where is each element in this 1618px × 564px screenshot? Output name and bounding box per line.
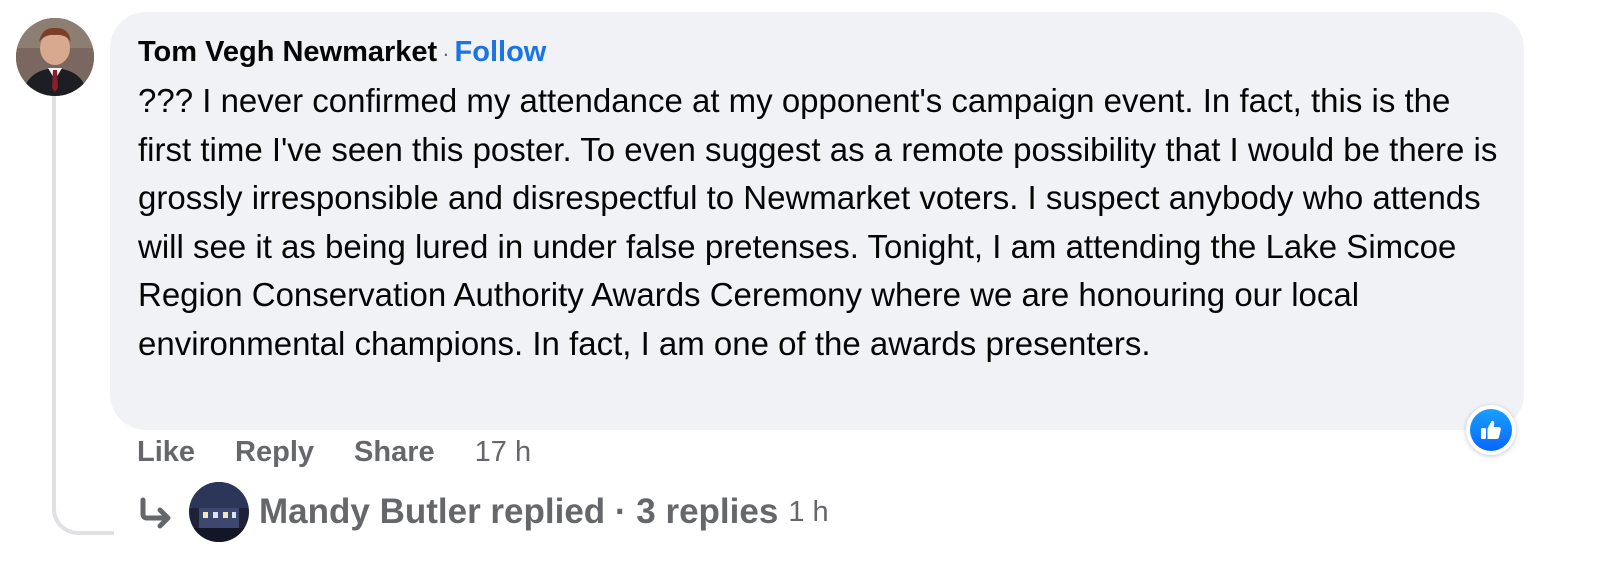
reply-timestamp: 1 h xyxy=(788,495,829,528)
like-reaction-circle xyxy=(1470,409,1512,451)
reaction-badge[interactable] xyxy=(1466,405,1516,455)
reply-arrow-icon xyxy=(140,497,171,529)
replies-summary[interactable]: Mandy Butler replied · 3 replies xyxy=(259,492,778,532)
separator-dot: · xyxy=(442,41,450,66)
author-avatar-image xyxy=(16,18,94,96)
replier-avatar xyxy=(189,482,249,542)
author-name[interactable]: Tom Vegh Newmarket xyxy=(138,36,437,68)
comment-timestamp[interactable]: 17 h xyxy=(475,436,531,469)
reply-button[interactable]: Reply xyxy=(235,436,314,469)
comment-actions: Like Reply Share 17 h xyxy=(137,430,531,474)
author-avatar[interactable] xyxy=(16,18,94,96)
comment-body: ??? I never confirmed my attendance at m… xyxy=(138,82,1507,362)
thread-connector-line xyxy=(52,96,114,535)
like-button[interactable]: Like xyxy=(137,436,195,469)
follow-button[interactable]: Follow xyxy=(455,36,547,68)
comment-bubble: Tom Vegh Newmarket · Follow ??? I never co… xyxy=(110,12,1524,430)
thumbs-up-icon xyxy=(1481,420,1501,439)
view-replies-row[interactable]: Mandy Butler replied · 3 replies 1 h xyxy=(137,480,829,544)
share-button[interactable]: Share xyxy=(354,436,435,469)
replier-avatar-image xyxy=(189,482,249,542)
comment-header: Tom Vegh Newmarket · Follow xyxy=(138,34,1494,72)
